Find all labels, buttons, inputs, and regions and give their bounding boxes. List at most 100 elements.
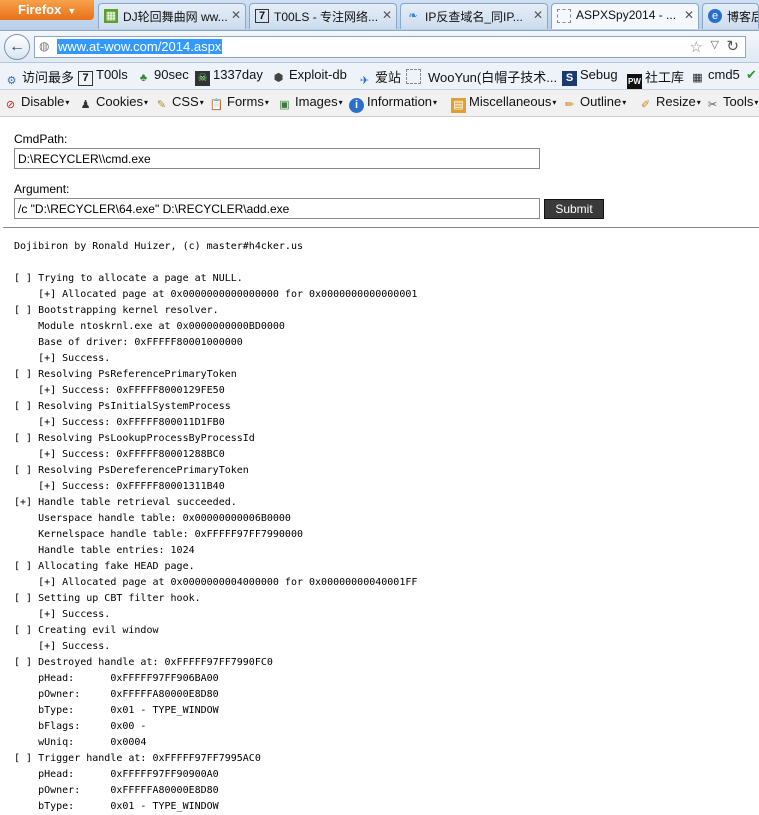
devbar-tools[interactable]: ✂ Tools▾	[705, 94, 758, 113]
output-line: [ ] Setting up CBT filter hook.	[14, 593, 201, 604]
devbar-information[interactable]: i Information▾	[349, 94, 437, 113]
bookmark-sebug[interactable]: S Sebug	[562, 67, 618, 86]
output-line: wUniq: 0x0004	[14, 737, 147, 748]
devbar-forms[interactable]: 📋 Forms▾	[209, 94, 269, 113]
command-output: Dojibiron by Ronald Huizer, (c) master#h…	[14, 239, 417, 815]
cmdpath-label: CmdPath:	[14, 132, 68, 146]
output-line: [ ] Resolving PsDereferencePrimaryToken	[14, 465, 249, 476]
devbar-label: Miscellaneous	[469, 94, 552, 109]
bookmark-1337day[interactable]: ☠ 1337day	[195, 67, 263, 86]
url-bar[interactable]: ◍ www.at-wow.com/2014.aspx ☆ ▽ ↻	[34, 36, 746, 58]
tab-blog[interactable]: e 博客后	[702, 3, 759, 29]
output-line: Userspace handle table: 0x00000000006B00…	[14, 513, 291, 524]
blank-page-icon	[557, 9, 571, 23]
check-icon[interactable]: ✔	[746, 67, 757, 83]
devbar-label: Cookies	[96, 94, 143, 109]
devbar-label: Tools	[723, 94, 754, 109]
cmdpath-input[interactable]	[14, 148, 540, 169]
bookmark-label: 1337day	[213, 67, 263, 82]
firefox-menu-button[interactable]: Firefox ▼	[0, 0, 94, 20]
url-text[interactable]: www.at-wow.com/2014.aspx	[57, 39, 223, 54]
chevron-down-icon: ▾	[696, 98, 701, 107]
bookmark-exploit-db[interactable]: ⬢ Exploit-db	[271, 67, 347, 86]
devbar-disable[interactable]: ⊘ Disable▾	[3, 94, 69, 113]
output-line: [ ] Resolving PsReferencePrimaryToken	[14, 369, 237, 380]
divider	[3, 227, 759, 228]
output-line: bFlags: 0x00 -	[14, 721, 147, 732]
globe-favicon-icon: e	[708, 9, 722, 23]
disable-icon: ⊘	[5, 99, 16, 111]
output-line: pHead: 0xFFFFF97FF906BA00	[14, 673, 219, 684]
bookmark-most-visited[interactable]: ⚙ 访问最多	[4, 67, 74, 89]
devbar-images[interactable]: ▣ Images▾	[277, 94, 343, 113]
pw-icon: PW	[627, 74, 642, 89]
tab-t00ls[interactable]: 7 T00LS - 专注网络... ✕	[249, 3, 397, 29]
close-icon[interactable]: ✕	[533, 8, 543, 22]
t00ls-icon: 7	[78, 71, 93, 86]
chevron-down-icon[interactable]: ▽	[711, 38, 719, 51]
devbar-miscellaneous[interactable]: ▤ Miscellaneous▾	[451, 94, 556, 113]
bookmark-t00ls[interactable]: 7 T00ls	[78, 67, 128, 86]
chevron-down-icon: ▾	[338, 98, 343, 107]
tab-strip: Firefox ▼ ▦ DJ轮回舞曲网 ww... ✕ 7 T00LS - 专注网…	[0, 0, 759, 31]
output-line: Dojibiron by Ronald Huizer, (c) master#h…	[14, 241, 303, 252]
arrow-left-icon: ←	[9, 38, 25, 55]
output-line: [+] Success.	[14, 641, 111, 652]
output-line: [ ] Creating evil window	[14, 625, 159, 636]
tab-label: 博客后	[727, 10, 758, 24]
tab-aspxspy[interactable]: ASPXSpy2014 - ... ✕	[551, 3, 699, 29]
output-line: bType: 0x01 - TYPE_WINDOW	[14, 705, 219, 716]
close-icon[interactable]: ✕	[382, 8, 392, 22]
person-icon: ♟	[80, 99, 91, 111]
bookmark-label: 访问最多	[22, 70, 75, 85]
output-line: [+] Success: 0xFFFFF80001311B40	[14, 481, 225, 492]
web-developer-toolbar: ⊘ Disable▾ ♟ Cookies ▾ ✎ CSS▾ 📋 Forms▾ ▣ Image…	[0, 90, 759, 117]
bookmark-aizhan[interactable]: ✈ 爱站	[357, 67, 401, 89]
chevron-down-icon: ▾	[622, 98, 627, 107]
bookmark-wooyun[interactable]: WooYun(白帽子技术...	[406, 67, 557, 86]
devbar-outline[interactable]: ✏ Outline▾	[562, 94, 626, 113]
bookmark-star-icon[interactable]: ☆	[690, 38, 703, 56]
frog-icon: ♣	[139, 72, 148, 84]
output-line: bType: 0x01 - TYPE_WINDOW	[14, 801, 219, 812]
bookmark-label: Sebug	[580, 67, 618, 82]
submit-button[interactable]: Submit	[544, 199, 604, 219]
bookmark-label: cmd5	[708, 67, 740, 82]
devbar-cookies[interactable]: ♟ Cookies▾	[78, 94, 148, 113]
bookmark-sgk[interactable]: PW 社工库	[627, 67, 684, 89]
output-line: pOwner: 0xFFFFFA80000E8D80	[14, 785, 219, 796]
bookmark-label: Exploit-db	[289, 67, 347, 82]
bookmark-cmd5[interactable]: ▦ cmd5	[690, 67, 740, 86]
bookmark-label: 90sec	[154, 67, 189, 82]
tab-label: IP反查域名_同IP...	[425, 10, 523, 24]
navigation-toolbar: ← ◍ www.at-wow.com/2014.aspx ☆ ▽ ↻	[0, 31, 759, 63]
output-line: [+] Allocated page at 0x0000000004000000…	[14, 577, 418, 588]
clipboard-icon: 📋	[209, 99, 224, 111]
devbar-resize[interactable]: ✐ Resize▾	[638, 94, 701, 113]
devbar-css[interactable]: ✎ CSS▾	[154, 94, 204, 113]
output-line: [+] Success: 0xFFFFF800011D1FB0	[14, 417, 225, 428]
output-line: pHead: 0xFFFFF97FF90900A0	[14, 769, 219, 780]
output-line: [+] Success: 0xFFFFF8000129FE50	[14, 385, 225, 396]
back-button[interactable]: ←	[4, 34, 30, 60]
tab-ip-lookup[interactable]: ❧ IP反查域名_同IP... ✕	[400, 3, 548, 29]
ruler-icon: ✐	[640, 99, 651, 111]
pencil-icon: ✏	[564, 99, 575, 111]
output-line: [+] Success.	[14, 353, 111, 364]
devbar-label: Information	[367, 94, 433, 109]
sebug-icon: S	[562, 71, 577, 86]
tab-label: ASPXSpy2014 - ...	[576, 8, 677, 22]
output-line: [ ] Resolving PsInitialSystemProcess	[14, 401, 231, 412]
bookmark-90sec[interactable]: ♣ 90sec	[136, 67, 189, 86]
argument-input[interactable]	[14, 198, 540, 219]
output-line: Kernelspace handle table: 0xFFFFF97FF799…	[14, 529, 303, 540]
output-line: [+] Success.	[14, 609, 111, 620]
argument-label: Argument:	[14, 182, 70, 196]
exploit-db-icon: ⬢	[273, 72, 284, 84]
close-icon[interactable]: ✕	[684, 8, 694, 22]
output-line: [+] Success: 0xFFFFF80001288BC0	[14, 449, 225, 460]
tab-dj[interactable]: ▦ DJ轮回舞曲网 ww... ✕	[98, 3, 246, 29]
close-icon[interactable]: ✕	[231, 8, 241, 22]
reload-icon[interactable]: ↻	[726, 37, 739, 55]
bookmark-label: 爱站	[375, 70, 402, 85]
